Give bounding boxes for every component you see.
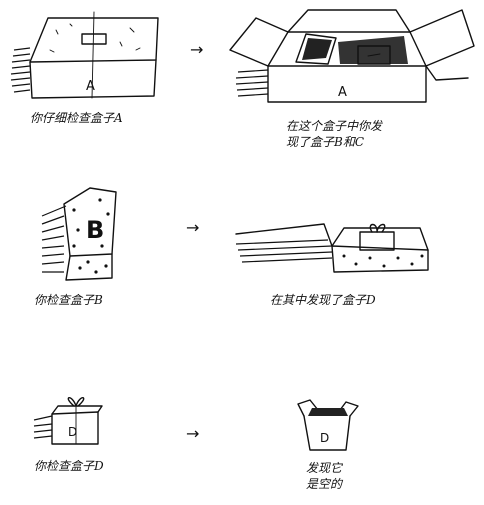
shadow-hatching bbox=[33, 415, 53, 439]
shadow-hatching bbox=[235, 69, 269, 97]
caption-inspect-d: 你检查盒子D bbox=[34, 459, 104, 473]
caption-found-d: 在其中发现了盒子D bbox=[270, 293, 376, 307]
box-c-inside bbox=[338, 36, 408, 65]
caption-empty-line2: 是空的 bbox=[306, 477, 343, 491]
box-a-open-label: A bbox=[338, 85, 347, 100]
gift-box-d: D bbox=[33, 397, 103, 445]
closed-box-a: A bbox=[10, 11, 159, 99]
box-a-label: A bbox=[86, 79, 95, 94]
box-b-label: B bbox=[86, 216, 104, 244]
comic-panel: A 你仔细检查盒子A → A 在这个盒子中你发 现了盒子B和C B 你检查盒子B… bbox=[0, 0, 484, 505]
caption-inspect-b: 你检查盒子B bbox=[34, 293, 103, 307]
arrow-right-icon: → bbox=[186, 218, 200, 237]
caption-empty-line1: 发现它 bbox=[306, 461, 343, 475]
caption-found-b-c-line1: 在这个盒子中你发 bbox=[286, 119, 383, 133]
arrow-right-icon: → bbox=[190, 40, 204, 59]
empty-box-d: D bbox=[297, 399, 359, 451]
shadow-hatching bbox=[41, 205, 67, 273]
box-b-inside bbox=[295, 33, 337, 65]
shadow-hatching bbox=[10, 47, 31, 93]
shadow-hatching bbox=[235, 239, 333, 263]
open-box-a: A bbox=[229, 9, 475, 103]
caption-inspect-a: 你仔细检查盒子A bbox=[30, 111, 123, 125]
box-b: B bbox=[41, 187, 117, 281]
open-box-b bbox=[235, 223, 429, 273]
box-d-open-label: D bbox=[320, 431, 329, 445]
box-d-label: D bbox=[68, 425, 77, 439]
arrow-right-icon: → bbox=[186, 424, 200, 443]
caption-found-b-c-line2: 现了盒子B和C bbox=[286, 135, 365, 149]
